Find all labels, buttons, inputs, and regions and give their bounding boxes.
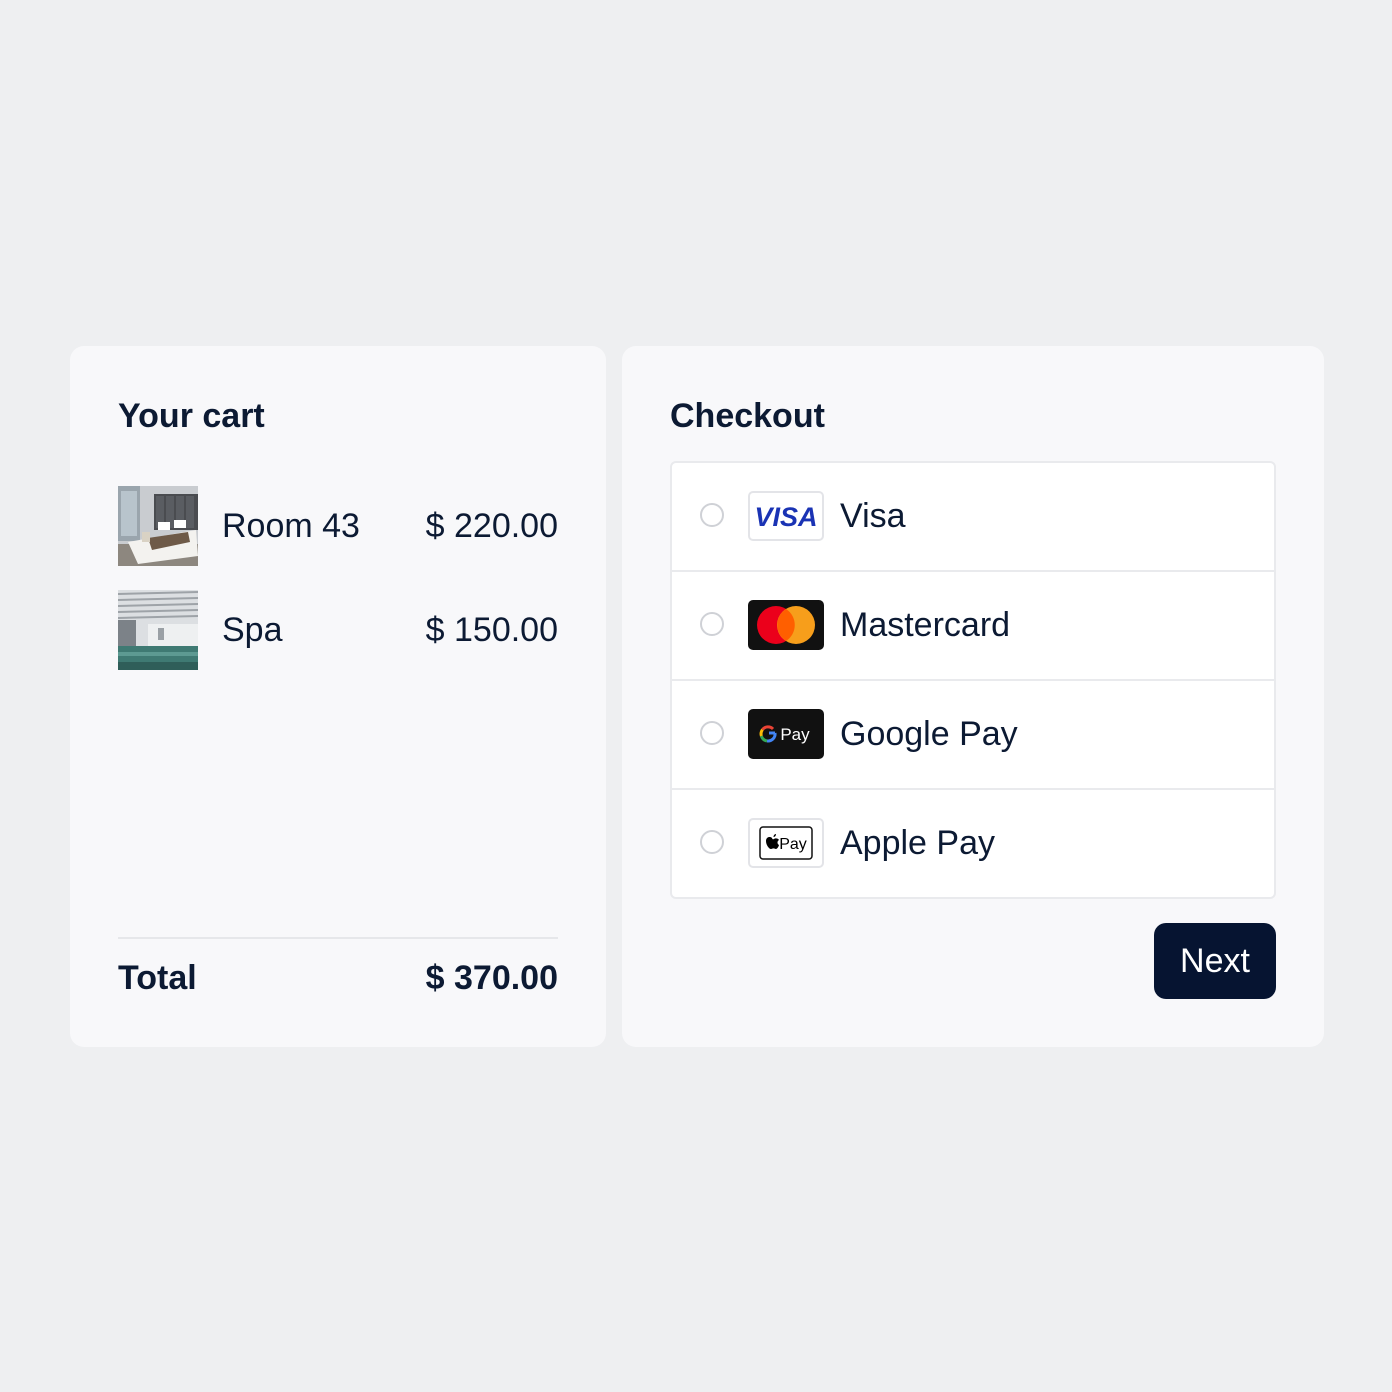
apple-pay-label: Apple Pay xyxy=(840,824,995,862)
cart-title: Your cart xyxy=(118,397,265,435)
cart-item-name: Spa xyxy=(222,611,283,649)
payment-option-mastercard[interactable]: Mastercard xyxy=(672,570,1274,680)
payment-method-list: VISA Visa Mastercard Pay Google Pay Pay … xyxy=(670,461,1276,899)
visa-logo-text: VISA xyxy=(754,502,817,532)
payment-option-apple-pay[interactable]: Pay Apple Pay xyxy=(672,788,1274,898)
apple-pay-logo-text: Pay xyxy=(779,836,807,853)
mastercard-logo-icon xyxy=(748,600,824,650)
next-button[interactable]: Next xyxy=(1154,923,1276,999)
payment-option-google-pay[interactable]: Pay Google Pay xyxy=(672,679,1274,789)
google-pay-logo-icon: Pay xyxy=(748,709,824,759)
spa-thumbnail xyxy=(118,590,198,670)
google-pay-logo-text: Pay xyxy=(780,725,810,744)
cart-item-price: $ 150.00 xyxy=(425,611,558,649)
total-value: $ 370.00 xyxy=(425,959,558,997)
google-pay-label: Google Pay xyxy=(840,715,1018,753)
cart-item-price: $ 220.00 xyxy=(425,507,558,545)
cart-item-spa: Spa $ 150.00 xyxy=(118,590,558,670)
checkout-panel: Checkout VISA Visa Mastercard Pay Google… xyxy=(622,346,1324,1047)
visa-radio[interactable] xyxy=(700,503,724,527)
cart-panel: Your cart Room 43 $ 220.00 Spa $ 150.00 … xyxy=(70,346,606,1047)
room-thumbnail xyxy=(118,486,198,566)
mastercard-label: Mastercard xyxy=(840,606,1011,644)
checkout-title: Checkout xyxy=(670,397,825,435)
cart-item-room: Room 43 $ 220.00 xyxy=(118,486,558,566)
google-pay-radio[interactable] xyxy=(700,721,724,745)
total-divider xyxy=(118,937,558,939)
visa-logo-icon: VISA xyxy=(748,491,824,541)
apple-pay-logo-icon: Pay xyxy=(748,818,824,868)
cart-item-name: Room 43 xyxy=(222,507,360,545)
mastercard-radio[interactable] xyxy=(700,612,724,636)
apple-pay-radio[interactable] xyxy=(700,830,724,854)
visa-label: Visa xyxy=(840,497,906,535)
payment-option-visa[interactable]: VISA Visa xyxy=(672,463,1274,571)
total-label: Total xyxy=(118,959,197,997)
